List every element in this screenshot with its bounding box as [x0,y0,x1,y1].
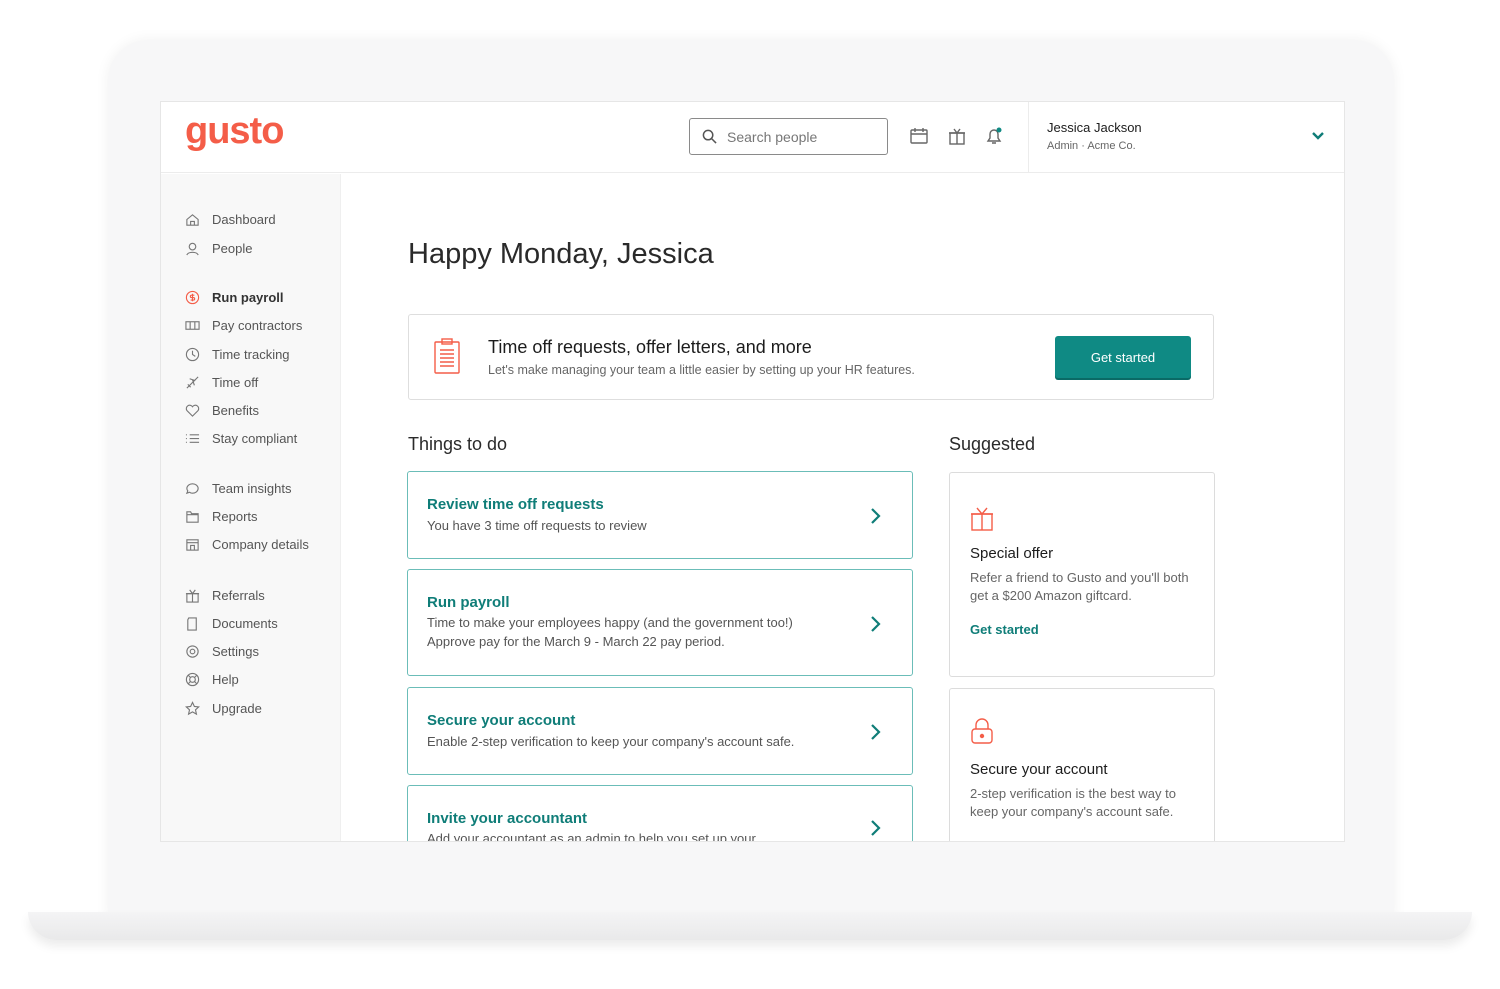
gift-icon [971,507,993,531]
clipboard-icon [434,338,460,374]
suggested-card-secure-account: Secure your account 2-step verification … [949,688,1215,841]
gusto-logo[interactable]: gusto [185,110,284,153]
sidebar-item-label: Pay contractors [212,318,303,333]
gift-icon[interactable] [947,126,967,146]
sidebar-item-company-details[interactable]: Company details [185,537,309,552]
sidebar-item-upgrade[interactable]: Upgrade [185,701,262,716]
banner-title: Time off requests, offer letters, and mo… [488,337,812,357]
todo-desc: You have 3 time off requests to review [427,518,647,533]
todo-title: Secure your account [427,712,576,729]
banner-subtitle: Let's make managing your team a little e… [488,363,915,377]
sidebar-item-pay-contractors[interactable]: Pay contractors [185,318,302,333]
todo-title: Review time off requests [427,496,604,513]
search-icon [702,129,717,144]
suggested-desc: Refer a friend to Gusto and you'll both … [970,570,1189,603]
sidebar-item-label: Referrals [212,588,265,603]
sidebar-item-documents[interactable]: Documents [185,616,278,631]
laptop-base [28,912,1472,940]
folder-icon [186,511,199,523]
search-placeholder: Search people [727,128,818,145]
chevron-right-icon[interactable] [868,818,882,838]
sidebar-item-label: Time tracking [212,347,290,362]
people-icon [186,242,199,256]
sidebar-item-label: Time off [212,375,259,390]
sidebar-item-label: Help [212,672,239,687]
top-header: gusto Search people Jessica Jackson Admi… [161,102,1344,173]
chevron-down-icon[interactable] [1310,128,1326,144]
search-input[interactable]: Search people [689,118,888,155]
sidebar-item-label: Company details [212,537,309,552]
suggested-title: Secure your account [970,761,1108,778]
suggested-card-special-offer: Special offer Refer a friend to Gusto an… [949,472,1215,677]
todo-desc: Enable 2-step verification to keep your … [427,734,795,749]
todo-card[interactable]: Review time off requests You have 3 time … [407,471,913,559]
todo-card[interactable]: Invite your accountant Add your accountan… [407,785,913,842]
page-title: Happy Monday, Jessica [408,238,714,270]
todo-title: Invite your accountant [427,810,588,827]
hr-features-banner: Time off requests, offer letters, and mo… [408,314,1214,400]
suggested-title: Special offer [970,545,1054,562]
todo-title: Run payroll [427,594,510,611]
bell-icon[interactable] [984,126,1004,146]
star-icon [185,701,200,716]
chevron-right-icon[interactable] [868,614,882,634]
sidebar-item-label: Run payroll [212,290,284,305]
sidebar-item-label: Stay compliant [212,431,298,446]
suggested-heading: Suggested [949,434,1036,454]
sidebar-item-label: People [212,241,253,256]
todo-card[interactable]: Secure your account Enable 2-step verific… [407,687,913,775]
building-icon [186,539,199,551]
user-menu[interactable]: Jessica Jackson Admin · Acme Co. [1028,102,1344,173]
user-role: Admin · Acme Co. [1047,140,1136,152]
sidebar-item-label: Upgrade [212,701,262,716]
dollar-icon [185,290,200,305]
list-icon [185,434,200,443]
things-to-do-heading: Things to do [408,434,508,454]
sidebar-item-dashboard[interactable]: Dashboard [185,212,276,227]
todo-desc: Add your accountant as an admin to help … [427,831,756,842]
sidebar-item-team-insights[interactable]: Team insights [185,481,291,496]
chat-icon [185,483,199,495]
chevron-right-icon[interactable] [868,506,882,526]
plane-icon [186,376,199,389]
sidebar-item-settings[interactable]: Settings [185,644,259,659]
home-icon [186,214,199,226]
cash-icon [185,321,200,330]
main-content: Happy Monday, Jessica Time off requests,… [342,174,1344,841]
gift-icon [185,589,200,603]
sidebar-item-run-payroll[interactable]: Run payroll [185,290,284,305]
suggested-desc: 2-step verification is the best way to k… [970,786,1176,819]
sidebar-item-referrals[interactable]: Referrals [185,588,265,603]
chevron-right-icon[interactable] [868,722,882,742]
gear-icon [186,645,199,658]
sidebar-item-people[interactable]: People [185,241,252,256]
sidebar-item-time-off[interactable]: Time off [185,375,258,390]
user-name: Jessica Jackson [1047,120,1142,135]
document-icon [187,617,197,631]
sidebar: Dashboard People Run payroll Pay contractor… [161,174,341,841]
sidebar-item-reports[interactable]: Reports [185,509,258,524]
sidebar-item-stay-compliant[interactable]: Stay compliant [185,431,297,446]
app-screen: gusto Search people Jessica Jackson Admi… [160,101,1345,842]
sidebar-item-label: Benefits [212,403,259,418]
todo-card[interactable]: Run payroll Time to make your employees h… [407,569,913,676]
sidebar-item-label: Reports [212,509,258,524]
lifebuoy-icon [185,672,200,687]
sidebar-item-help[interactable]: Help [185,672,239,687]
get-started-button[interactable]: Get started [1055,336,1191,378]
lock-icon [971,718,993,744]
calendar-icon[interactable] [909,126,929,146]
special-offer-get-started-link[interactable]: Get started [970,622,1039,637]
sidebar-item-label: Documents [212,616,278,631]
sidebar-item-label: Dashboard [212,212,276,227]
sidebar-item-label: Team insights [212,481,292,496]
heart-icon [185,404,200,417]
clock-icon [185,347,200,362]
sidebar-item-benefits[interactable]: Benefits [185,403,259,418]
sidebar-item-label: Settings [212,644,259,659]
todo-desc: Time to make your employees happy (and t… [427,615,793,649]
sidebar-item-time-tracking[interactable]: Time tracking [185,347,290,362]
